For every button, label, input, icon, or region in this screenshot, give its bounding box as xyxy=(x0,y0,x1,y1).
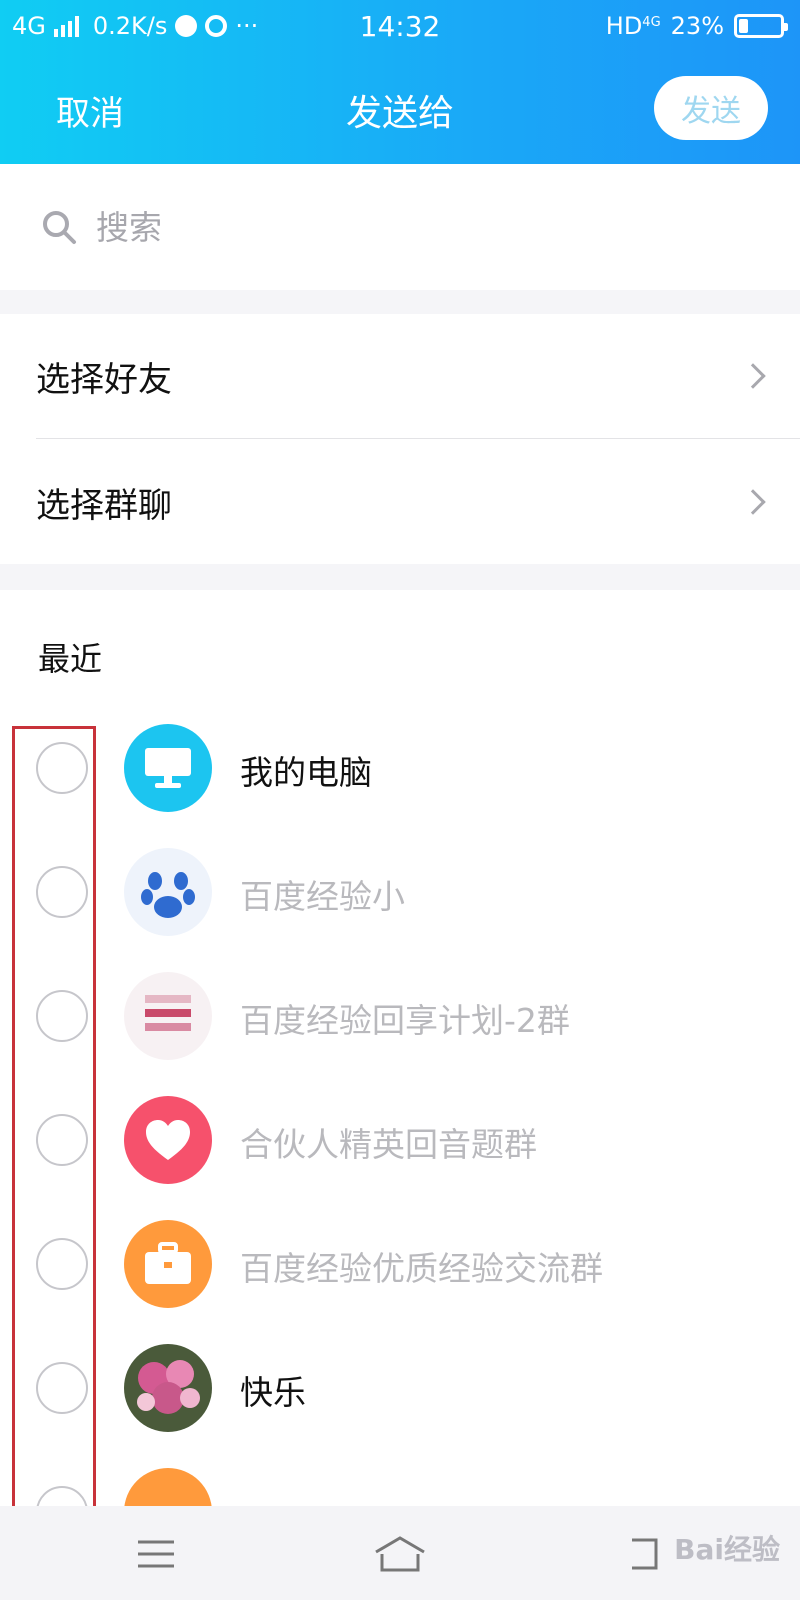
send-button[interactable]: 发送 xyxy=(654,76,768,140)
select-radio[interactable] xyxy=(36,742,88,794)
briefcase-icon xyxy=(124,1220,212,1308)
chevron-right-icon xyxy=(740,363,766,389)
contact-row[interactable]: 快乐 xyxy=(0,1326,800,1450)
search-bar[interactable] xyxy=(0,164,800,290)
contact-row[interactable]: 百度经验回享计划-2群 xyxy=(0,954,800,1078)
contact-row[interactable]: 百度经验小 xyxy=(0,830,800,954)
select-menu: 选择好友 选择群聊 xyxy=(0,314,800,564)
battery-icon xyxy=(734,14,788,38)
contact-name: 百度经验小 xyxy=(240,877,405,916)
select-friends-label: 选择好友 xyxy=(36,359,172,400)
select-radio[interactable] xyxy=(36,990,88,1042)
group-photo xyxy=(124,972,212,1060)
back-icon[interactable] xyxy=(614,1524,674,1584)
flower-photo xyxy=(124,1344,212,1432)
clock: 14:32 xyxy=(359,10,441,43)
computer-icon xyxy=(124,724,212,812)
search-icon xyxy=(43,211,76,244)
select-radio[interactable] xyxy=(36,1114,88,1166)
select-groups-label: 选择群聊 xyxy=(36,485,172,526)
paw-logo xyxy=(124,848,212,936)
select-radio[interactable] xyxy=(36,866,88,918)
menu-icon[interactable] xyxy=(126,1524,186,1584)
recent-section: 最近 我的电脑 百度经验小 百度经验回享计划-2群 合伙人精英回音题群 百度经验… xyxy=(0,590,800,1510)
contact-row[interactable]: 百度经验优质经验交流群 xyxy=(0,1202,800,1326)
partial-avatar xyxy=(124,1468,212,1510)
home-icon[interactable] xyxy=(370,1524,430,1584)
divider xyxy=(36,438,800,439)
recent-title: 最近 xyxy=(38,640,103,678)
status-bar: 4G 0.2K/s ··· 14:32 HD4G 23% xyxy=(0,0,800,56)
contact-name: 快乐 xyxy=(240,1373,306,1412)
watermark: Bai经验 xyxy=(674,1533,780,1566)
search-input[interactable] xyxy=(96,204,696,250)
select-radio[interactable] xyxy=(36,1362,88,1414)
contact-row[interactable]: 合伙人精英回音题群 xyxy=(0,1078,800,1202)
hd-indicator: HD4G xyxy=(605,12,661,40)
contact-row-my-computer[interactable]: 我的电脑 xyxy=(0,706,800,830)
contact-row[interactable] xyxy=(0,1450,800,1510)
contact-name: 合伙人精英回音题群 xyxy=(240,1125,537,1164)
contact-name: 我的电脑 xyxy=(240,753,372,792)
top-bar: 4G 0.2K/s ··· 14:32 HD4G 23% 取消 发送给 发送 xyxy=(0,0,800,164)
chevron-right-icon xyxy=(740,489,766,515)
contact-name: 百度经验回享计划-2群 xyxy=(240,1001,570,1040)
heart-icon xyxy=(124,1096,212,1184)
select-radio[interactable] xyxy=(36,1238,88,1290)
select-groups-item[interactable]: 选择群聊 xyxy=(0,440,800,564)
contact-name: 百度经验优质经验交流群 xyxy=(240,1249,603,1288)
battery-percent: 23% xyxy=(670,12,724,40)
select-friends-item[interactable]: 选择好友 xyxy=(0,314,800,438)
